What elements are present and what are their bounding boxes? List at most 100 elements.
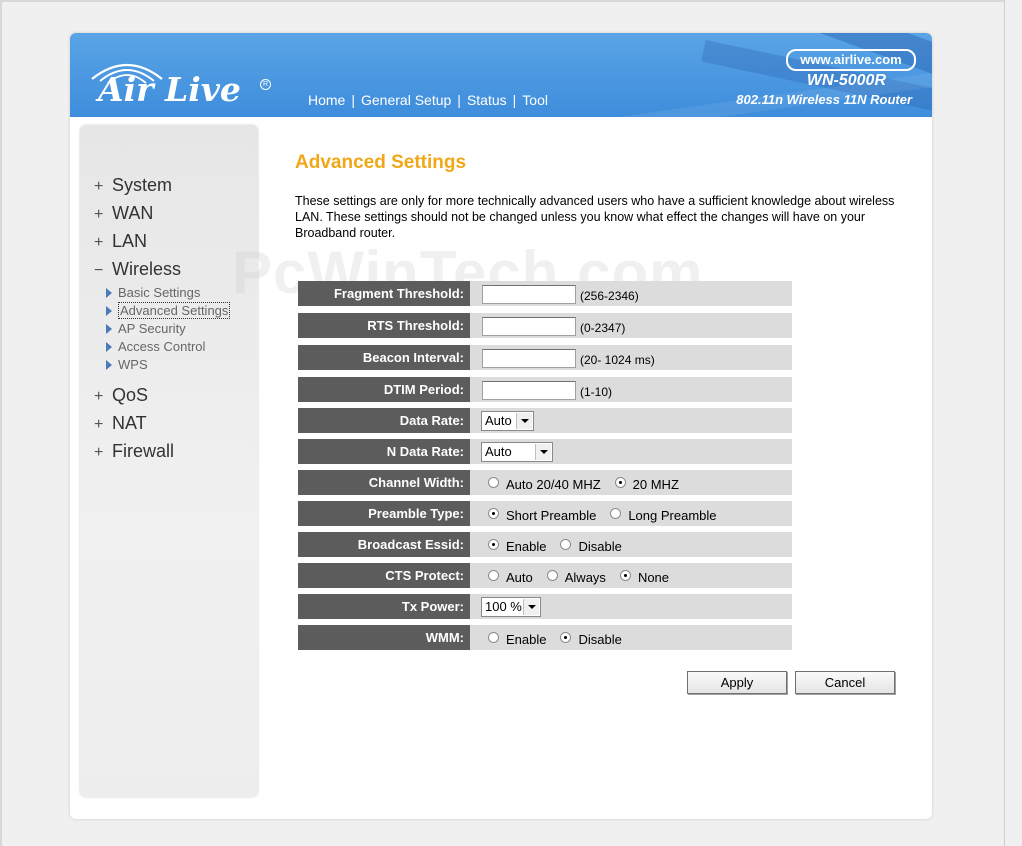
n-data-rate-select[interactable]: Auto (481, 441, 553, 462)
triangle-right-icon (106, 360, 112, 370)
channel-width-20mhz-radio[interactable] (614, 477, 626, 488)
rts-threshold-input[interactable] (482, 317, 576, 336)
apply-button[interactable]: Apply (687, 671, 787, 694)
broadcast-essid-disable-radio[interactable] (560, 539, 572, 550)
sidebar-subitem-wps[interactable]: WPS (106, 357, 148, 372)
sidebar-item-label: NAT (112, 413, 147, 433)
expand-plus-icon: + (94, 206, 104, 223)
triangle-right-icon (106, 324, 112, 334)
broadcast-essid-enable-radio[interactable] (488, 539, 499, 550)
cancel-button[interactable]: Cancel (795, 671, 895, 694)
data-rate-selected: Auto (485, 413, 512, 428)
data-rate-select[interactable]: Auto (481, 410, 534, 431)
nav-status[interactable]: Status (467, 92, 507, 108)
collapse-minus-icon: − (94, 262, 104, 279)
nav-home[interactable]: Home (308, 92, 345, 108)
sidebar-subitem-ap-security[interactable]: AP Security (106, 321, 186, 336)
expand-plus-icon: + (94, 234, 104, 251)
preamble-short-radio[interactable] (488, 508, 499, 519)
wmm-disable-label: Disable (578, 631, 622, 647)
sidebar-subitem-label: Advanced Settings (118, 302, 231, 319)
nav-tool[interactable]: Tool (522, 92, 548, 108)
sidebar-item-firewall[interactable]: + Firewall (94, 441, 174, 462)
channel-width-auto-label: Auto 20/40 MHZ (506, 476, 601, 492)
sidebar-subitem-access-control[interactable]: Access Control (106, 339, 205, 354)
label-rts-threshold: RTS Threshold: (298, 313, 470, 338)
wmm-disable-radio[interactable] (560, 632, 572, 643)
row-wmm: WMM: Enable Disable (298, 625, 792, 650)
sidebar-item-wan[interactable]: + WAN (94, 203, 153, 224)
triangle-right-icon (106, 288, 112, 298)
dtim-period-hint: (1-10) (580, 385, 613, 399)
sidebar-item-nat[interactable]: + NAT (94, 413, 147, 434)
cts-protect-always-label: Always (564, 569, 606, 585)
fragment-threshold-input[interactable] (482, 285, 576, 304)
channel-width-20mhz-label: 20 MHZ (632, 476, 679, 492)
preamble-long-radio[interactable] (610, 508, 622, 519)
wmm-enable-radio[interactable] (488, 632, 499, 643)
beacon-interval-hint: (20- 1024 ms) (580, 353, 655, 367)
sidebar-subitem-advanced-settings[interactable]: Advanced Settings (106, 302, 231, 319)
row-tx-power: Tx Power: 100 % (298, 594, 792, 619)
dropdown-arrow-icon[interactable] (535, 443, 551, 460)
sidebar-item-system[interactable]: + System (94, 175, 172, 196)
label-wmm: WMM: (298, 625, 470, 650)
sidebar-item-label: Firewall (112, 441, 175, 461)
row-broadcast-essid: Broadcast Essid: Enable Disable (298, 532, 792, 557)
row-rts-threshold: RTS Threshold: (0-2347) (298, 313, 792, 338)
row-data-rate: Data Rate: Auto (298, 408, 792, 433)
sidebar-item-lan[interactable]: + LAN (94, 231, 147, 252)
cts-protect-auto-radio[interactable] (488, 570, 499, 581)
rts-threshold-hint: (0-2347) (580, 321, 626, 335)
wmm-enable-label: Enable (506, 631, 547, 647)
fragment-threshold-hint: (256-2346) (580, 289, 639, 303)
dropdown-arrow-icon[interactable] (523, 598, 539, 615)
sidebar-subitem-label: WPS (118, 357, 148, 372)
label-beacon-interval: Beacon Interval: (298, 345, 470, 370)
page-description: These settings are only for more technic… (295, 194, 895, 240)
nav-general-setup[interactable]: General Setup (361, 92, 451, 108)
sidebar-item-label: QoS (112, 385, 149, 405)
model-tagline: 802.11n Wireless 11N Router (736, 92, 912, 107)
label-data-rate: Data Rate: (298, 408, 470, 433)
vertical-scrollbar[interactable] (1004, 0, 1022, 846)
brand-url-badge[interactable]: www.airlive.com (786, 49, 916, 71)
label-cts-protect: CTS Protect: (298, 563, 470, 588)
broadcast-essid-enable-label: Enable (506, 538, 547, 554)
row-channel-width: Channel Width: Auto 20/40 MHZ 20 MHZ (298, 470, 792, 495)
preamble-short-label: Short Preamble (506, 507, 597, 523)
label-dtim-period: DTIM Period: (298, 377, 470, 402)
row-cts-protect: CTS Protect: Auto Always None (298, 563, 792, 588)
cts-protect-always-radio[interactable] (546, 570, 558, 581)
cts-protect-none-radio[interactable] (619, 570, 631, 581)
channel-width-auto-radio[interactable] (488, 477, 499, 488)
registered-mark-icon: R (260, 79, 271, 90)
label-channel-width: Channel Width: (298, 470, 470, 495)
sidebar-item-qos[interactable]: + QoS (94, 385, 148, 406)
label-n-data-rate: N Data Rate: (298, 439, 470, 464)
dtim-period-input[interactable] (482, 381, 576, 400)
sidebar-subitem-basic-settings[interactable]: Basic Settings (106, 285, 200, 300)
sidebar-item-label: WAN (112, 203, 154, 223)
row-dtim-period: DTIM Period: (1-10) (298, 377, 792, 402)
model-name: WN-5000R (806, 72, 886, 89)
sidebar-item-wireless[interactable]: − Wireless (94, 259, 181, 280)
expand-plus-icon: + (94, 444, 104, 461)
sidebar-item-label: System (112, 175, 173, 195)
row-preamble-type: Preamble Type: Short Preamble Long Pream… (298, 501, 792, 526)
sidebar-subitem-label: Access Control (118, 339, 206, 354)
triangle-right-icon (106, 342, 112, 352)
label-tx-power: Tx Power: (298, 594, 470, 619)
header-banner: Air Live R Home | General Setup | Status | Too… (70, 33, 932, 117)
triangle-right-icon (106, 306, 112, 316)
dropdown-arrow-icon[interactable] (516, 412, 532, 429)
row-fragment-threshold: Fragment Threshold: (256-2346) (298, 281, 792, 306)
tx-power-selected: 100 % (485, 599, 522, 614)
sidebar: + System + WAN + LAN − Wireless Basic Settin… (80, 125, 258, 797)
label-fragment-threshold: Fragment Threshold: (298, 281, 470, 306)
expand-plus-icon: + (94, 178, 104, 195)
tx-power-select[interactable]: 100 % (481, 596, 541, 617)
beacon-interval-input[interactable] (482, 349, 576, 368)
label-preamble-type: Preamble Type: (298, 501, 470, 526)
expand-plus-icon: + (94, 416, 104, 433)
